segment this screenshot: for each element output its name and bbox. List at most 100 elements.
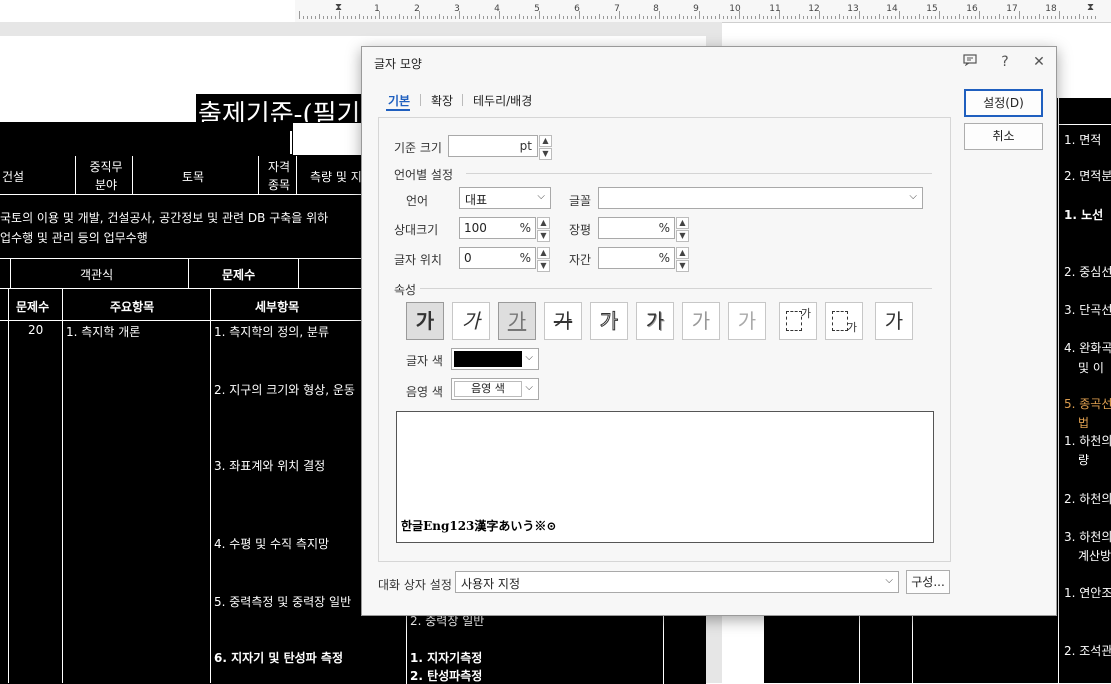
close-icon[interactable]: ✕ [1029,53,1049,71]
tab-border-background[interactable]: 테두리/배경 [473,92,532,109]
char-position-stepper[interactable]: ▲ ▼ [537,247,550,272]
ruler-tick [1071,16,1072,19]
tab-separator [420,94,421,106]
underline-button[interactable]: 가 [498,302,536,340]
ruler-tick [435,16,436,19]
ruler-tick [799,14,800,19]
comment-icon[interactable] [960,53,980,71]
table-cell: 법 [1078,416,1090,430]
emboss-button[interactable]: 가 [682,302,720,340]
ruler-tick [467,16,468,19]
ruler-tick [963,16,964,19]
bold-button[interactable]: 가 [406,302,444,340]
ruler-tick [659,11,660,19]
superscript-button[interactable]: 가 [779,302,817,340]
char-spacing-label: 자간 [569,253,592,267]
engrave-button[interactable]: 가 [728,302,766,340]
cell-border [62,288,63,683]
chevron-down-icon: ⌵ [525,352,533,363]
ruler-tick [991,16,992,19]
table-cell: 2. 탄성파측정 [410,669,483,683]
text-color-picker[interactable]: ⌵ [451,348,539,370]
ruler-tick [983,16,984,19]
ruler-tick [759,14,760,19]
char-spacing-stepper[interactable]: ▲ ▼ [676,247,689,272]
table-cell-white [292,122,362,156]
table-cell: 3. 단곡선 [1064,303,1111,317]
preset-value: 사용자 지정 [461,577,521,591]
ruler-tick [771,16,772,19]
ruler-tick [815,16,816,19]
base-size-stepper[interactable]: ▲ ▼ [539,135,552,160]
strikethrough-button[interactable]: 가 [544,302,582,340]
indent-marker-icon[interactable]: ⧗ [335,2,342,13]
tab-extended[interactable]: 확장 [431,92,453,109]
base-size-field[interactable]: pt [448,135,538,157]
ruler-tick [623,16,624,19]
ruler-tick [523,16,524,19]
configure-button[interactable]: 구성... [906,570,950,594]
font-select[interactable]: ⌵ [598,187,923,209]
tab-basic[interactable]: 기본 [388,92,410,109]
outline-button[interactable]: 가 [590,302,628,340]
tab-separator [462,94,463,106]
shadow-button[interactable]: 가 [636,302,674,340]
ruler-tick [871,16,872,19]
ruler-tick [383,16,384,19]
preset-select[interactable]: 사용자 지정 ⌵ [455,571,899,593]
ruler-tick [959,14,960,19]
ruler-tick [883,16,884,19]
ruler-tick [919,14,920,19]
table-cell: 1. 연안조 [1064,586,1111,600]
ruler-tick [719,14,720,19]
ruler-tick [731,16,732,19]
ok-button[interactable]: 설정(D) [964,89,1043,117]
ruler-tick [535,16,536,19]
ruler-tick [743,16,744,19]
ruler-tick [591,16,592,19]
ruler-tick [1091,16,1092,19]
right-margin-marker-icon[interactable]: ⧗ [1087,2,1094,13]
width-ratio-stepper[interactable]: ▲ ▼ [676,217,689,242]
ruler-tick [367,16,368,19]
ruler-tick [1023,16,1024,19]
ruler-tick [907,16,908,19]
help-icon[interactable]: ? [995,53,1015,71]
cell-border [188,258,189,288]
relative-size-stepper[interactable]: ▲ ▼ [537,217,550,242]
normal-button[interactable]: 가 [875,302,913,340]
cell-border [10,258,11,288]
preview-sample-text: 한글Eng123漢字あいう※⊙ [401,519,557,533]
ruler-tick [775,16,776,19]
italic-button[interactable]: 가 [452,302,490,340]
ruler-tick [899,11,900,19]
shade-color-picker[interactable]: 음영 색 ⌵ [451,378,539,400]
subscript-button[interactable]: 가 [825,302,863,340]
width-ratio-field[interactable]: % [598,217,675,239]
table-cell: 객관식 [80,268,114,282]
ruler-tick [331,16,332,19]
language-select[interactable]: 대표 ⌵ [459,187,551,209]
ruler-number: 9 [693,4,699,14]
ruler-tick [415,16,416,19]
ruler-tick [927,16,928,19]
char-spacing-field[interactable]: % [598,247,675,269]
ruler-tick [795,16,796,19]
ruler-tick [607,16,608,19]
ruler-number: 17 [1006,4,1018,14]
char-position-field[interactable]: 0 % [459,247,536,269]
ruler-tick [507,16,508,19]
ruler-tick [439,14,440,19]
ruler-number: 10 [729,4,741,14]
ruler-number: 12 [808,4,820,14]
ruler-tick [399,14,400,19]
ruler-tick [859,11,860,19]
ruler-number: 1 [374,4,380,14]
ruler-tick [451,16,452,19]
relative-size-field[interactable]: 100 % [459,217,536,239]
cancel-button[interactable]: 취소 [964,123,1043,150]
char-shape-dialog[interactable]: 글자 모양 ? ✕ 기본 확장 테두리/배경 기준 크기 pt ▲ ▼ 언어별 설… [361,46,1057,616]
ruler-tick [723,16,724,19]
horizontal-ruler[interactable]: 1 2 3 4 5 6 7 8 9 10 11 12 13 14 15 16 1… [295,0,1111,23]
ruler-tick [479,14,480,19]
